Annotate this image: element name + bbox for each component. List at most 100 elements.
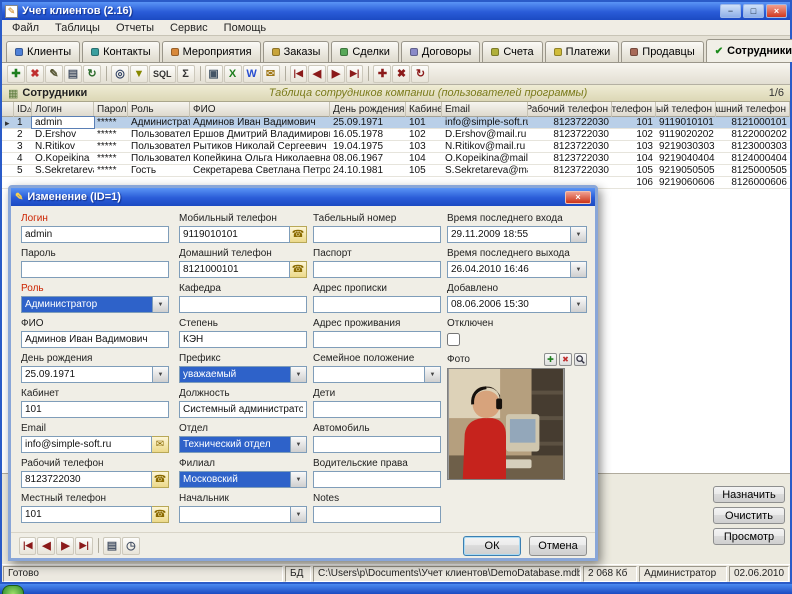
- chevron-down-icon[interactable]: ▼: [571, 226, 587, 243]
- chevron-down-icon[interactable]: ▼: [153, 366, 169, 383]
- login-input[interactable]: [21, 226, 169, 243]
- column-header[interactable]: Пароль ▵: [94, 102, 128, 117]
- phone-icon[interactable]: ☎: [290, 261, 307, 278]
- chevron-down-icon[interactable]: ▼: [291, 506, 307, 523]
- export-word-icon[interactable]: W: [242, 64, 261, 83]
- menu-service[interactable]: Сервис: [162, 21, 216, 35]
- delete-photo-icon[interactable]: ✖: [559, 353, 572, 366]
- driving-license-input[interactable]: [313, 471, 441, 488]
- insert-row-icon[interactable]: ✚: [373, 64, 392, 83]
- chevron-down-icon[interactable]: ▼: [291, 366, 307, 383]
- column-header[interactable]: Мобильный телефон ▵: [656, 102, 716, 117]
- cancel-edit-icon[interactable]: ✖: [392, 64, 411, 83]
- first-record-icon[interactable]: |◀: [289, 64, 307, 83]
- tab-clients[interactable]: ✔ Клиенты: [6, 41, 81, 62]
- dialog-prev-record-icon[interactable]: ◀: [37, 536, 56, 555]
- table-row[interactable]: ▸ 2 D.Ershov ***** Пользователь Ершов Дм…: [2, 129, 790, 141]
- chevron-down-icon[interactable]: ▼: [153, 296, 169, 313]
- dialog-close-button[interactable]: ×: [565, 190, 591, 204]
- disabled-checkbox[interactable]: [447, 332, 460, 346]
- last-logout-combo[interactable]: [447, 261, 571, 278]
- chevron-down-icon[interactable]: ▼: [425, 366, 441, 383]
- sum-icon[interactable]: Σ: [176, 64, 195, 83]
- chief-combo[interactable]: [179, 506, 291, 523]
- phone-icon[interactable]: ☎: [152, 506, 169, 523]
- column-header[interactable]: Роль ▵: [128, 102, 190, 117]
- sql-icon[interactable]: SQL: [149, 64, 176, 83]
- ok-button[interactable]: ОК: [463, 535, 521, 556]
- tab-contacts[interactable]: ✔ Контакты: [82, 41, 160, 62]
- print-icon[interactable]: ▣: [204, 64, 223, 83]
- copy-record-icon[interactable]: ▤: [64, 64, 82, 83]
- menu-help[interactable]: Помощь: [216, 21, 275, 35]
- table-row[interactable]: ▸ 5 S.Sekretareva ***** Гость Секретарев…: [2, 165, 790, 177]
- column-header[interactable]: День рождения ▵: [330, 102, 406, 117]
- load-photo-icon[interactable]: ✚: [544, 353, 557, 366]
- menu-tables[interactable]: Таблицы: [47, 21, 108, 35]
- chevron-down-icon[interactable]: ▼: [291, 436, 307, 453]
- cabinet-input[interactable]: [21, 401, 169, 418]
- tab-number-input[interactable]: [313, 226, 441, 243]
- column-header[interactable]: Местный телефон ▵: [612, 102, 656, 117]
- prev-record-icon[interactable]: ◀: [307, 64, 326, 83]
- local-phone-input[interactable]: [21, 506, 152, 523]
- column-header[interactable]: Email ▵: [442, 102, 528, 117]
- filter-icon[interactable]: ▼: [130, 64, 148, 83]
- delete-record-icon[interactable]: ✖: [26, 64, 44, 83]
- mobile-phone-input[interactable]: [179, 226, 290, 243]
- refresh-data-icon[interactable]: ↻: [411, 64, 430, 83]
- birthday-combo[interactable]: [21, 366, 153, 383]
- mail-icon[interactable]: ✉: [152, 436, 169, 453]
- edit-record-icon[interactable]: ✎: [45, 64, 63, 83]
- clear-button[interactable]: Очистить: [713, 507, 785, 524]
- phone-icon[interactable]: ☎: [290, 226, 307, 243]
- table-row[interactable]: ▸ 4 O.Kopeikina ***** Пользователь Копей…: [2, 153, 790, 165]
- close-button[interactable]: ×: [766, 4, 787, 18]
- menu-file[interactable]: Файл: [4, 21, 47, 35]
- notes-input[interactable]: [313, 506, 441, 523]
- chevron-down-icon[interactable]: ▼: [571, 296, 587, 313]
- position-input[interactable]: [179, 401, 307, 418]
- export-excel-icon[interactable]: X: [223, 64, 242, 83]
- chevron-down-icon[interactable]: ▼: [571, 261, 587, 278]
- fio-input[interactable]: [21, 331, 169, 348]
- assign-button[interactable]: Назначить: [713, 486, 785, 503]
- minimize-button[interactable]: −: [720, 4, 741, 18]
- role-combo[interactable]: [21, 296, 153, 313]
- menu-reports[interactable]: Отчеты: [108, 21, 162, 35]
- chevron-down-icon[interactable]: ▼: [291, 471, 307, 488]
- car-input[interactable]: [313, 436, 441, 453]
- column-header[interactable]: Логин ▵: [32, 102, 94, 117]
- refresh-icon[interactable]: ↻: [83, 64, 101, 83]
- dialog-next-record-icon[interactable]: ▶: [56, 536, 75, 555]
- tab-invoices[interactable]: ✔ Счета: [482, 41, 543, 62]
- branch-combo[interactable]: [179, 471, 291, 488]
- table-row[interactable]: ▸ 3 N.Ritikov ***** Пользователь Рытиков…: [2, 141, 790, 153]
- tab-employees[interactable]: ✔ Сотрудники: [705, 39, 792, 62]
- dialog-card-icon[interactable]: ▤: [102, 536, 121, 555]
- zoom-photo-icon[interactable]: [574, 353, 587, 366]
- search-icon[interactable]: ◎: [111, 64, 129, 83]
- kafedra-input[interactable]: [179, 296, 307, 313]
- tab-deals[interactable]: ✔ Сделки: [331, 41, 399, 62]
- cancel-button[interactable]: Отмена: [529, 535, 587, 556]
- column-header[interactable]: ФИО ▵: [190, 102, 330, 117]
- table-row[interactable]: ▸ 1 admin ***** Администратор Админов Ив…: [2, 116, 790, 129]
- dialog-first-record-icon[interactable]: |◀: [19, 536, 37, 555]
- maximize-button[interactable]: □: [743, 4, 764, 18]
- tab-payments[interactable]: ✔ Платежи: [544, 41, 620, 62]
- reg-address-input[interactable]: [313, 296, 441, 313]
- column-header[interactable]: Рабочий телефон ▵: [528, 102, 612, 117]
- password-input[interactable]: [21, 261, 169, 278]
- tab-orders[interactable]: ✔ Заказы: [262, 41, 330, 62]
- passport-input[interactable]: [313, 261, 441, 278]
- tab-contracts[interactable]: ✔ Договоры: [400, 41, 481, 62]
- last-record-icon[interactable]: ▶|: [345, 64, 364, 83]
- column-header[interactable]: Домашний телефон ▵: [716, 102, 790, 117]
- tab-sellers[interactable]: ✔ Продавцы: [621, 41, 704, 62]
- department-combo[interactable]: [179, 436, 291, 453]
- view-button[interactable]: Просмотр: [713, 528, 785, 545]
- marital-combo[interactable]: [313, 366, 425, 383]
- phone-icon[interactable]: ☎: [152, 471, 169, 488]
- dialog-clock-icon[interactable]: ◷: [121, 536, 140, 555]
